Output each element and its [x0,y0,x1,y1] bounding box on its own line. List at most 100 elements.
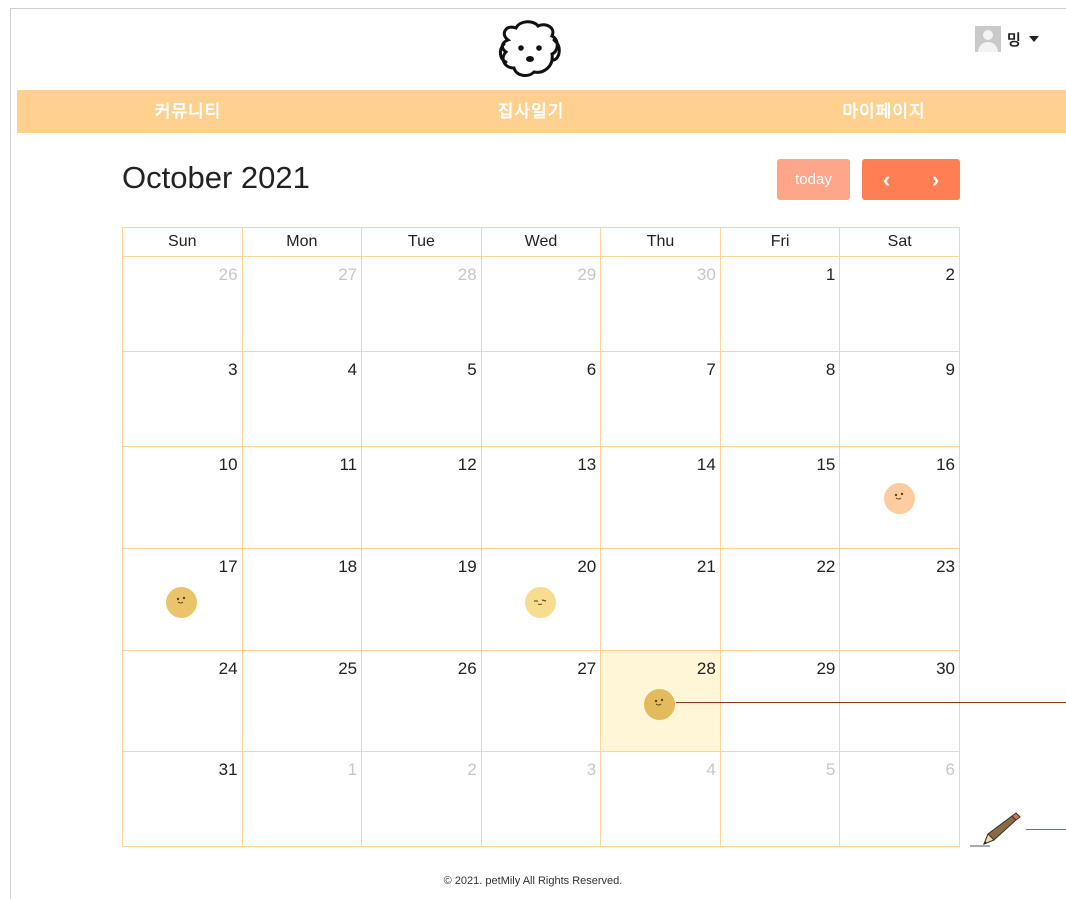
day-number: 16 [936,455,955,474]
day-number: 5 [467,360,477,379]
day-number: 23 [936,557,955,576]
day-number: 14 [696,455,716,474]
calendar-day-cell[interactable]: 7 [600,351,721,447]
weekday-header: Tue [361,227,482,257]
day-number: 6 [586,360,597,379]
today-button[interactable]: today [777,159,850,200]
calendar-day-cell[interactable]: 27 [241,256,363,352]
calendar-day-cell[interactable]: 2 [361,751,482,847]
day-number: 2 [945,265,955,284]
weekday-header: Mon [241,227,363,257]
pencil-icon[interactable] [968,812,1022,853]
weekday-header: Sun [122,227,243,257]
calendar-day-cell[interactable]: 4 [241,351,363,447]
day-number: 13 [577,455,597,474]
chevron-left-icon: ‹ [882,166,891,192]
day-number: 27 [577,659,597,678]
calendar-week-row: 3 4 5 6 7 8 9 [122,351,960,447]
calendar-day-cell[interactable]: 11 [241,446,363,549]
calendar-day-cell[interactable]: 3 [480,751,602,847]
calendar-day-cell[interactable]: 6 [839,751,960,847]
calendar-day-cell[interactable]: 16 [839,446,960,549]
calendar-day-cell[interactable]: 1 [241,751,363,847]
day-number: 24 [218,659,238,678]
day-number: 11 [339,455,358,474]
user-name: 밍 [1007,31,1021,49]
weekday-header-row: Sun Mon Tue Wed Thu Fri Sat [122,227,960,257]
day-number: 17 [218,557,238,576]
user-avatar-icon [975,26,1001,52]
day-number: 26 [457,659,477,678]
day-number: 30 [696,265,716,284]
prev-month-button[interactable]: ‹ [862,159,911,200]
calendar-day-cell[interactable]: 28 [361,256,482,352]
calendar-day-cell[interactable]: 5 [719,751,841,847]
footer-copyright: © 2021. petMily All Rights Reserved. [443,875,623,887]
weekday-header: Fri [719,227,841,257]
mood-sticker-icon[interactable] [166,587,197,618]
calendar-day-cell[interactable]: 1 [719,256,841,352]
calendar-day-cell[interactable]: 3 [122,351,243,447]
user-menu[interactable]: 밍 [975,26,1039,52]
day-number: 31 [218,760,238,779]
day-number: 28 [457,265,477,284]
calendar-day-cell[interactable]: 20 [480,548,602,651]
calendar-day-cell[interactable]: 22 [719,548,841,651]
calendar-day-cell[interactable]: 8 [719,351,841,447]
day-number: 27 [338,265,358,284]
calendar-day-cell[interactable]: 29 [719,650,841,752]
calendar-day-cell[interactable]: 24 [122,650,243,752]
calendar-day-cell[interactable]: 23 [839,548,960,651]
dog-face-icon[interactable] [494,18,568,80]
day-number: 19 [457,557,477,576]
day-number: 2 [467,760,477,779]
day-number: 7 [706,360,716,379]
calendar-week-row: 17 18 19 20 21 22 23 [122,548,960,651]
calendar-day-cell[interactable]: 15 [719,446,841,549]
day-number: 29 [577,265,597,284]
day-number: 6 [945,760,955,779]
day-number: 15 [816,455,836,474]
calendar-day-cell[interactable]: 18 [241,548,363,651]
nav-item-diary[interactable]: 집사일기 [498,90,565,133]
calendar-day-cell[interactable]: 5 [361,351,482,447]
calendar-week-row: 10 11 12 13 14 15 16 [122,446,960,549]
calendar-day-cell[interactable]: 13 [480,446,602,549]
calendar-day-cell[interactable]: 26 [122,256,243,352]
mood-sticker-icon[interactable] [884,483,916,514]
calendar-day-cell[interactable]: 30 [839,650,960,752]
calendar-day-cell[interactable]: 26 [361,650,482,752]
next-month-button[interactable]: › [911,159,960,200]
calendar-day-cell[interactable]: 14 [600,446,721,549]
calendar-day-cell[interactable]: 28 [600,650,721,752]
day-number: 21 [696,557,716,576]
calendar-title: October 2021 [122,160,310,195]
calendar-day-cell[interactable]: 10 [122,446,243,549]
mood-sticker-icon[interactable] [644,689,676,720]
calendar-day-cell[interactable]: 25 [241,650,363,752]
calendar-day-cell[interactable]: 17 [122,548,243,651]
calendar-day-cell[interactable]: 4 [600,751,721,847]
nav-item-mypage[interactable]: 마이페이지 [842,90,925,133]
calendar-body: 26 27 28 29 30 1 2 3 4 5 6 7 8 9 10 11 12 13 14 15 16 17 18 19 2… [122,256,960,847]
connector-line [1026,829,1066,830]
calendar-day-cell[interactable]: 2 [839,256,960,352]
day-number: 25 [338,659,358,678]
calendar-day-cell[interactable]: 19 [361,548,482,651]
calendar-day-cell[interactable]: 6 [480,351,602,447]
day-number: 20 [577,557,597,576]
day-number: 28 [696,659,716,678]
calendar-day-cell[interactable]: 9 [839,351,960,447]
calendar-day-cell[interactable]: 12 [361,446,482,549]
main-nav: 커뮤니티 집사일기 마이페이지 [17,90,1066,133]
calendar-day-cell[interactable]: 31 [122,751,243,847]
day-number: 3 [586,760,597,779]
calendar-day-cell[interactable]: 21 [600,548,721,651]
calendar-day-cell[interactable]: 30 [600,256,721,352]
nav-item-community[interactable]: 커뮤니티 [155,90,222,133]
day-number: 3 [228,360,238,379]
mood-sticker-icon[interactable] [524,587,556,618]
calendar-week-row: 24 25 26 27 28 29 30 [122,650,960,752]
calendar-day-cell[interactable]: 27 [480,650,602,752]
calendar-day-cell[interactable]: 29 [480,256,602,352]
